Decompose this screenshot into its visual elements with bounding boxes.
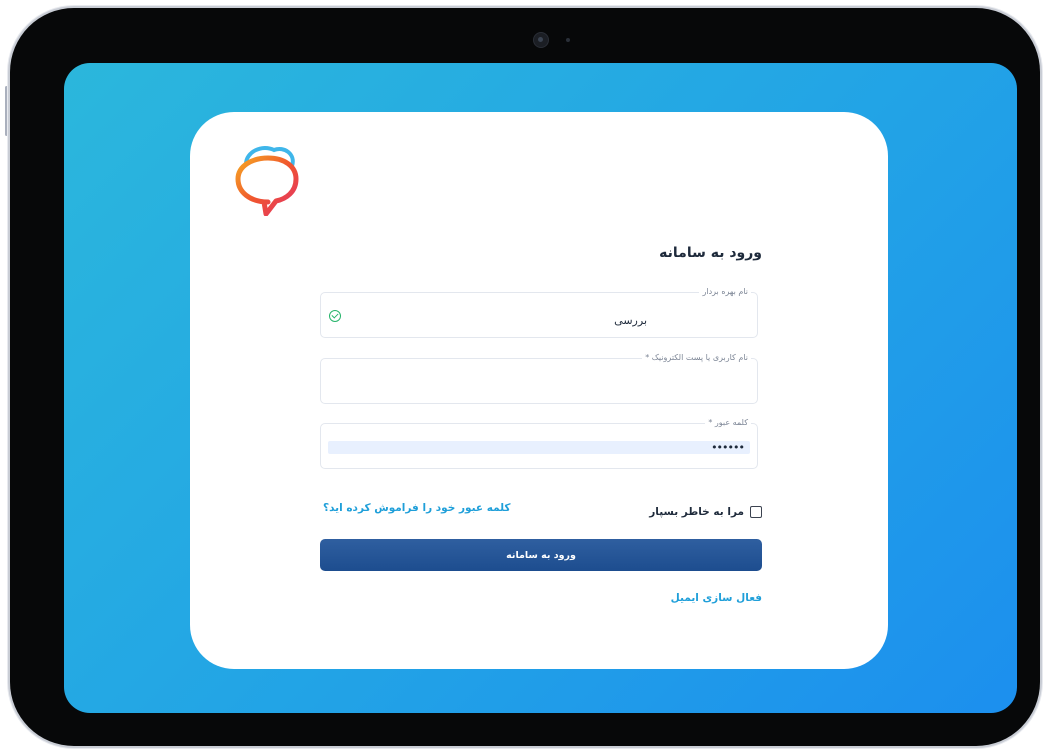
login-title: ورود به سامانه (659, 245, 762, 261)
beneficiary-field[interactable]: نام بهره بردار بررسی (320, 287, 758, 338)
password-field[interactable]: کلمه عبور * •••••• (320, 418, 758, 469)
remember-me[interactable]: مرا به خاطر بسپار (649, 504, 762, 520)
login-button[interactable]: ورود به سامانه (320, 539, 762, 571)
login-card: ورود به سامانه نام بهره بردار بررسی نام … (190, 112, 888, 669)
chat-bubble-cloud-logo-icon (232, 142, 304, 217)
remember-me-label: مرا به خاطر بسپار (649, 506, 744, 518)
tablet-screen: ورود به سامانه نام بهره بردار بررسی نام … (64, 63, 1017, 713)
front-camera (533, 32, 549, 48)
beneficiary-value: بررسی (614, 314, 647, 327)
beneficiary-label: نام بهره بردار (699, 287, 751, 296)
tablet-frame: ورود به سامانه نام بهره بردار بررسی نام … (10, 8, 1040, 746)
forgot-password-link[interactable]: کلمه عبور خود را فراموش کرده اید؟ (323, 502, 511, 514)
password-label: کلمه عبور * (705, 418, 751, 427)
remember-me-checkbox[interactable] (750, 506, 762, 518)
username-field[interactable]: نام کاربری یا پست الکترونیک * (320, 353, 758, 404)
username-label: نام کاربری یا پست الکترونیک * (642, 353, 751, 362)
check-circle-icon (329, 310, 341, 322)
password-value: •••••• (711, 441, 745, 454)
password-autofill-highlight: •••••• (328, 441, 750, 454)
power-button (5, 86, 8, 136)
light-sensor (566, 38, 570, 42)
activate-email-link[interactable]: فعال سازی ایمیل (671, 592, 762, 604)
